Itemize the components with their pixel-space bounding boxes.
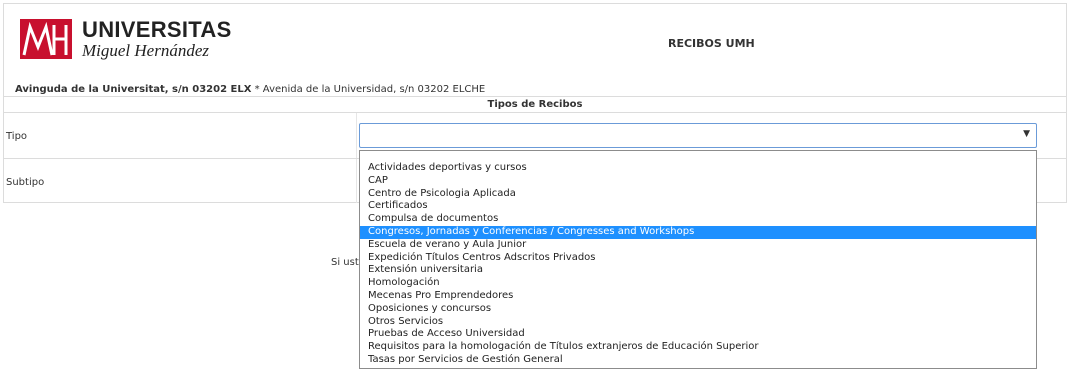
dropdown-option[interactable]: Requisitos para la homologación de Títul…: [360, 341, 1036, 354]
dropdown-option[interactable]: Pruebas de Acceso Universidad: [360, 328, 1036, 341]
logo-subtitle: Miguel Hernández: [82, 41, 210, 60]
dropdown-option[interactable]: Tasas por Servicios de Gestión General: [360, 354, 1036, 367]
dropdown-option[interactable]: Oposiciones y concursos: [360, 303, 1036, 316]
dropdown-option[interactable]: Extensión universitaria: [360, 264, 1036, 277]
dropdown-option[interactable]: CAP: [360, 175, 1036, 188]
dropdown-option[interactable]: Mecenas Pro Emprendedores: [360, 290, 1036, 303]
dropdown-option[interactable]: Compulsa de documentos: [360, 213, 1036, 226]
address-valencian: Avinguda de la Universitat, s/n 03202 EL…: [15, 84, 252, 95]
tipo-select[interactable]: ▼: [359, 123, 1037, 148]
address-spanish: * Avenida de la Universidad, s/n 03202 E…: [251, 84, 486, 95]
tipo-label: Tipo: [6, 131, 28, 142]
dropdown-option[interactable]: Homologación: [360, 277, 1036, 290]
dropdown-option[interactable]: Congresos, Jornadas y Conferencias / Con…: [360, 225, 1036, 239]
dropdown-option[interactable]: Escuela de verano y Aula Junior: [360, 239, 1036, 252]
dropdown-option[interactable]: Otros Servicios: [360, 316, 1036, 329]
tipo-dropdown-list[interactable]: Actividades deportivas y cursos CAP Centro…: [359, 150, 1037, 369]
dropdown-option[interactable]: Certificados: [360, 200, 1036, 213]
section-title: Tipos de Recibos: [3, 96, 1067, 113]
dropdown-option[interactable]: Centro de Psicologia Aplicada: [360, 188, 1036, 201]
address: Avinguda de la Universitat, s/n 03202 EL…: [15, 84, 485, 95]
umh-logo[interactable]: UNIVERSITAS Miguel Hernández: [16, 15, 231, 65]
info-text: Si ust: [331, 257, 359, 268]
umh-logo-mark-icon: [20, 19, 72, 59]
dropdown-option[interactable]: Expedición Títulos Centros Adscritos Pri…: [360, 252, 1036, 265]
dropdown-option[interactable]: Actividades deportivas y cursos: [360, 162, 1036, 175]
logo-title: UNIVERSITAS: [82, 17, 232, 42]
chevron-down-icon[interactable]: ▼: [1023, 129, 1030, 139]
subtipo-label: Subtipo: [6, 177, 45, 188]
page-title: RECIBOS UMH: [668, 37, 755, 50]
